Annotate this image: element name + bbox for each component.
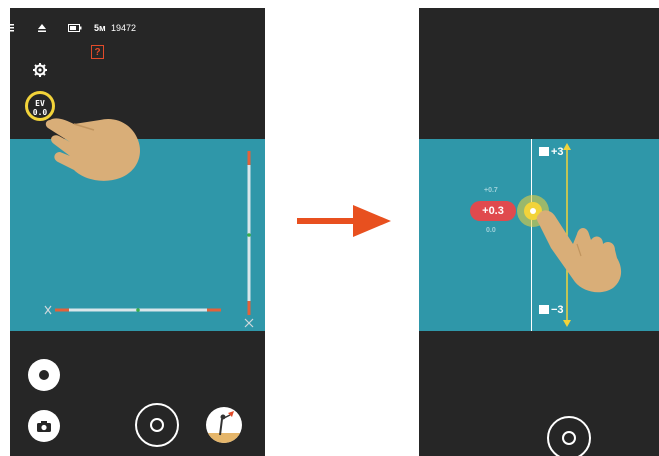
shots-remaining: 19472: [111, 23, 137, 33]
shutter-inner-ring: [150, 418, 164, 432]
exposure-icon: [539, 147, 549, 156]
horizontal-level-slider[interactable]: [43, 302, 225, 323]
status-bar: 5м 19472: [10, 23, 265, 37]
video-mode-button[interactable]: [28, 359, 60, 391]
help-label: ?: [94, 46, 101, 58]
ev-prev-value: 0.0: [486, 227, 496, 234]
camera-screen-before: 5м 19472 ? EV 0.0: [10, 8, 265, 456]
ev-max-label: +3: [539, 146, 564, 158]
drag-hand-icon: [533, 204, 633, 299]
transition-arrow-icon: [297, 205, 391, 242]
video-icon: [37, 368, 51, 382]
vertical-level-slider[interactable]: [242, 151, 256, 338]
battery-icon: [68, 24, 82, 34]
eject-icon[interactable]: [37, 23, 47, 35]
ev-next-value: +0.7: [484, 187, 498, 194]
ev-max-value: +3: [551, 146, 564, 158]
settings-gear-icon[interactable]: [33, 63, 47, 82]
camera-icon: [37, 421, 51, 432]
ev-min-label: −3: [539, 304, 564, 316]
ev-current-value-pill: +0.3: [470, 201, 516, 221]
camera-screen-after: +3 −3 +0.7 +0.3 0.0: [419, 8, 659, 456]
ev-current-value: +0.3: [482, 205, 504, 217]
menu-icon[interactable]: [10, 23, 14, 34]
help-icon[interactable]: ?: [91, 45, 104, 59]
shutter-button[interactable]: [135, 403, 179, 447]
exposure-icon: [539, 305, 549, 314]
capture-mode: 5м: [94, 23, 106, 33]
tap-hand-icon: [40, 106, 150, 191]
shutter-button[interactable]: [547, 416, 591, 456]
ev-min-value: −3: [551, 304, 564, 316]
shutter-inner-ring: [562, 431, 576, 445]
photo-mode-button[interactable]: [28, 410, 60, 442]
ev-drag-line: [531, 139, 532, 331]
gallery-thumbnail[interactable]: [206, 407, 242, 443]
